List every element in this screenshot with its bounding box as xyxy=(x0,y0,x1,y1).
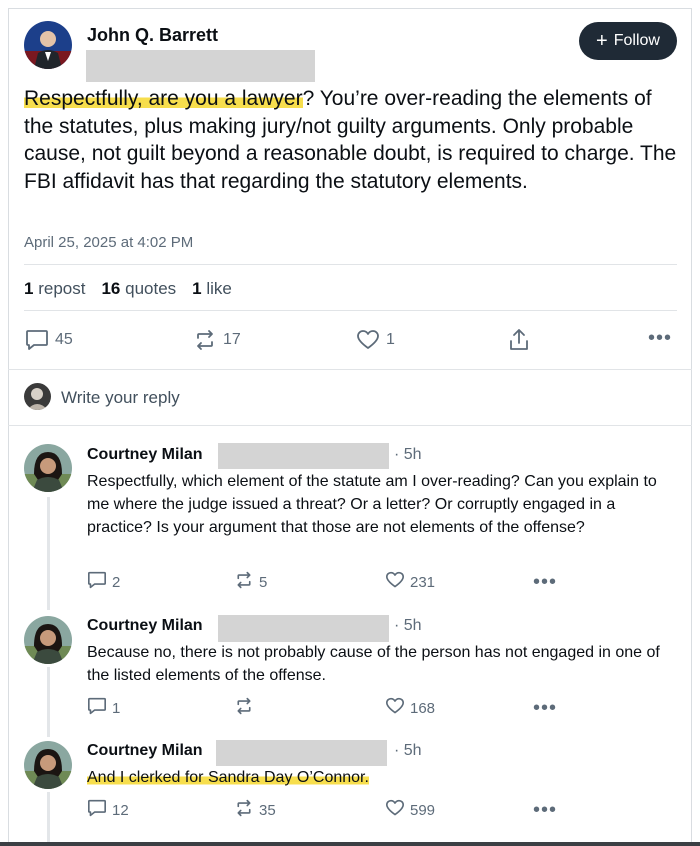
highlighted-text: And I clerked for Sandra Day O’Connor. xyxy=(87,769,369,786)
repost-icon xyxy=(193,329,217,351)
reply-button[interactable]: 1 xyxy=(87,697,120,719)
repost-button[interactable]: 17 xyxy=(193,329,241,351)
repost-button[interactable] xyxy=(234,697,259,719)
repost-icon xyxy=(234,571,254,593)
author-name[interactable]: John Q. Barrett xyxy=(87,25,218,46)
reply-input[interactable]: Write your reply xyxy=(61,388,180,408)
comment-icon xyxy=(87,571,107,593)
post-body: Respectfully, are you a lawyer? You’re o… xyxy=(24,85,684,195)
like-count: 599 xyxy=(410,801,436,819)
heart-icon xyxy=(356,329,380,351)
commenter-avatar[interactable] xyxy=(24,444,72,492)
post-stats: 1 repost 16 quotes 1 like xyxy=(24,279,232,299)
redacted-handle xyxy=(218,443,389,469)
thread-line xyxy=(47,792,50,842)
like-button[interactable]: 1 xyxy=(356,329,395,351)
heart-icon xyxy=(385,697,405,719)
like-button[interactable]: 599 xyxy=(385,799,435,821)
more-options-icon[interactable]: ••• xyxy=(533,572,557,592)
comment-time: · 5h xyxy=(394,446,422,463)
repost-icon xyxy=(234,697,254,719)
more-options-icon[interactable]: ••• xyxy=(648,328,672,348)
like-count: 231 xyxy=(410,573,436,591)
redacted-handle xyxy=(86,50,315,82)
reposts-stat[interactable]: 1 repost xyxy=(24,279,85,299)
like-button[interactable]: 168 xyxy=(385,697,435,719)
reply-count: 1 xyxy=(112,699,121,717)
reply-button[interactable]: 2 xyxy=(87,571,120,593)
comment-time: · 5h xyxy=(394,617,422,634)
comment-text: Because no, there is not probably cause … xyxy=(87,644,660,684)
author-avatar[interactable] xyxy=(24,21,72,69)
reply-button[interactable]: 45 xyxy=(25,329,73,351)
user-avatar xyxy=(24,383,51,410)
redacted-handle xyxy=(216,740,387,766)
like-count: 1 xyxy=(386,331,395,348)
divider xyxy=(8,369,692,370)
repost-icon xyxy=(234,799,254,821)
comment-icon xyxy=(87,697,107,719)
heart-icon xyxy=(385,571,405,593)
heart-icon xyxy=(385,799,405,821)
more-options-icon[interactable]: ••• xyxy=(533,800,557,820)
quotes-stat[interactable]: 16 quotes xyxy=(101,279,176,299)
share-button[interactable] xyxy=(508,328,530,352)
follow-button[interactable]: + Follow xyxy=(579,22,677,60)
bottom-border xyxy=(0,842,700,846)
thread-line xyxy=(47,497,50,610)
share-icon xyxy=(508,328,530,352)
like-button[interactable]: 231 xyxy=(385,571,435,593)
commenter-avatar[interactable] xyxy=(24,741,72,789)
divider xyxy=(8,425,692,426)
more-options-icon[interactable]: ••• xyxy=(533,698,557,718)
comment-time: · 5h xyxy=(394,742,422,759)
reply-count: 45 xyxy=(55,331,73,348)
repost-button[interactable]: 5 xyxy=(234,571,267,593)
divider xyxy=(24,310,677,311)
comment-icon xyxy=(25,329,49,351)
comment-icon xyxy=(87,799,107,821)
comment-text: Respectfully, which element of the statu… xyxy=(87,473,657,536)
reply-button[interactable]: 12 xyxy=(87,799,129,821)
follow-label: Follow xyxy=(613,32,660,49)
post-timestamp: April 25, 2025 at 4:02 PM xyxy=(24,234,194,251)
divider xyxy=(24,264,677,265)
comment-text: And I clerked for Sandra Day O’Connor. xyxy=(87,766,677,789)
redacted-handle xyxy=(218,615,389,642)
reply-count: 12 xyxy=(112,801,129,819)
like-count: 168 xyxy=(410,699,436,717)
plus-icon: + xyxy=(596,30,608,52)
thread-line xyxy=(47,667,50,737)
likes-stat[interactable]: 1 like xyxy=(192,279,232,299)
repost-button[interactable]: 35 xyxy=(234,799,276,821)
repost-count: 17 xyxy=(223,331,241,348)
reply-count: 2 xyxy=(112,573,121,591)
comment-author[interactable]: Courtney Milan xyxy=(87,742,203,760)
highlighted-text: Respectfully, are you a lawyer xyxy=(24,87,303,110)
repost-count: 5 xyxy=(259,573,268,591)
repost-count: 35 xyxy=(259,801,276,819)
comment-author[interactable]: Courtney Milan xyxy=(87,617,203,635)
commenter-avatar[interactable] xyxy=(24,616,72,664)
comment-author[interactable]: Courtney Milan xyxy=(87,446,203,464)
